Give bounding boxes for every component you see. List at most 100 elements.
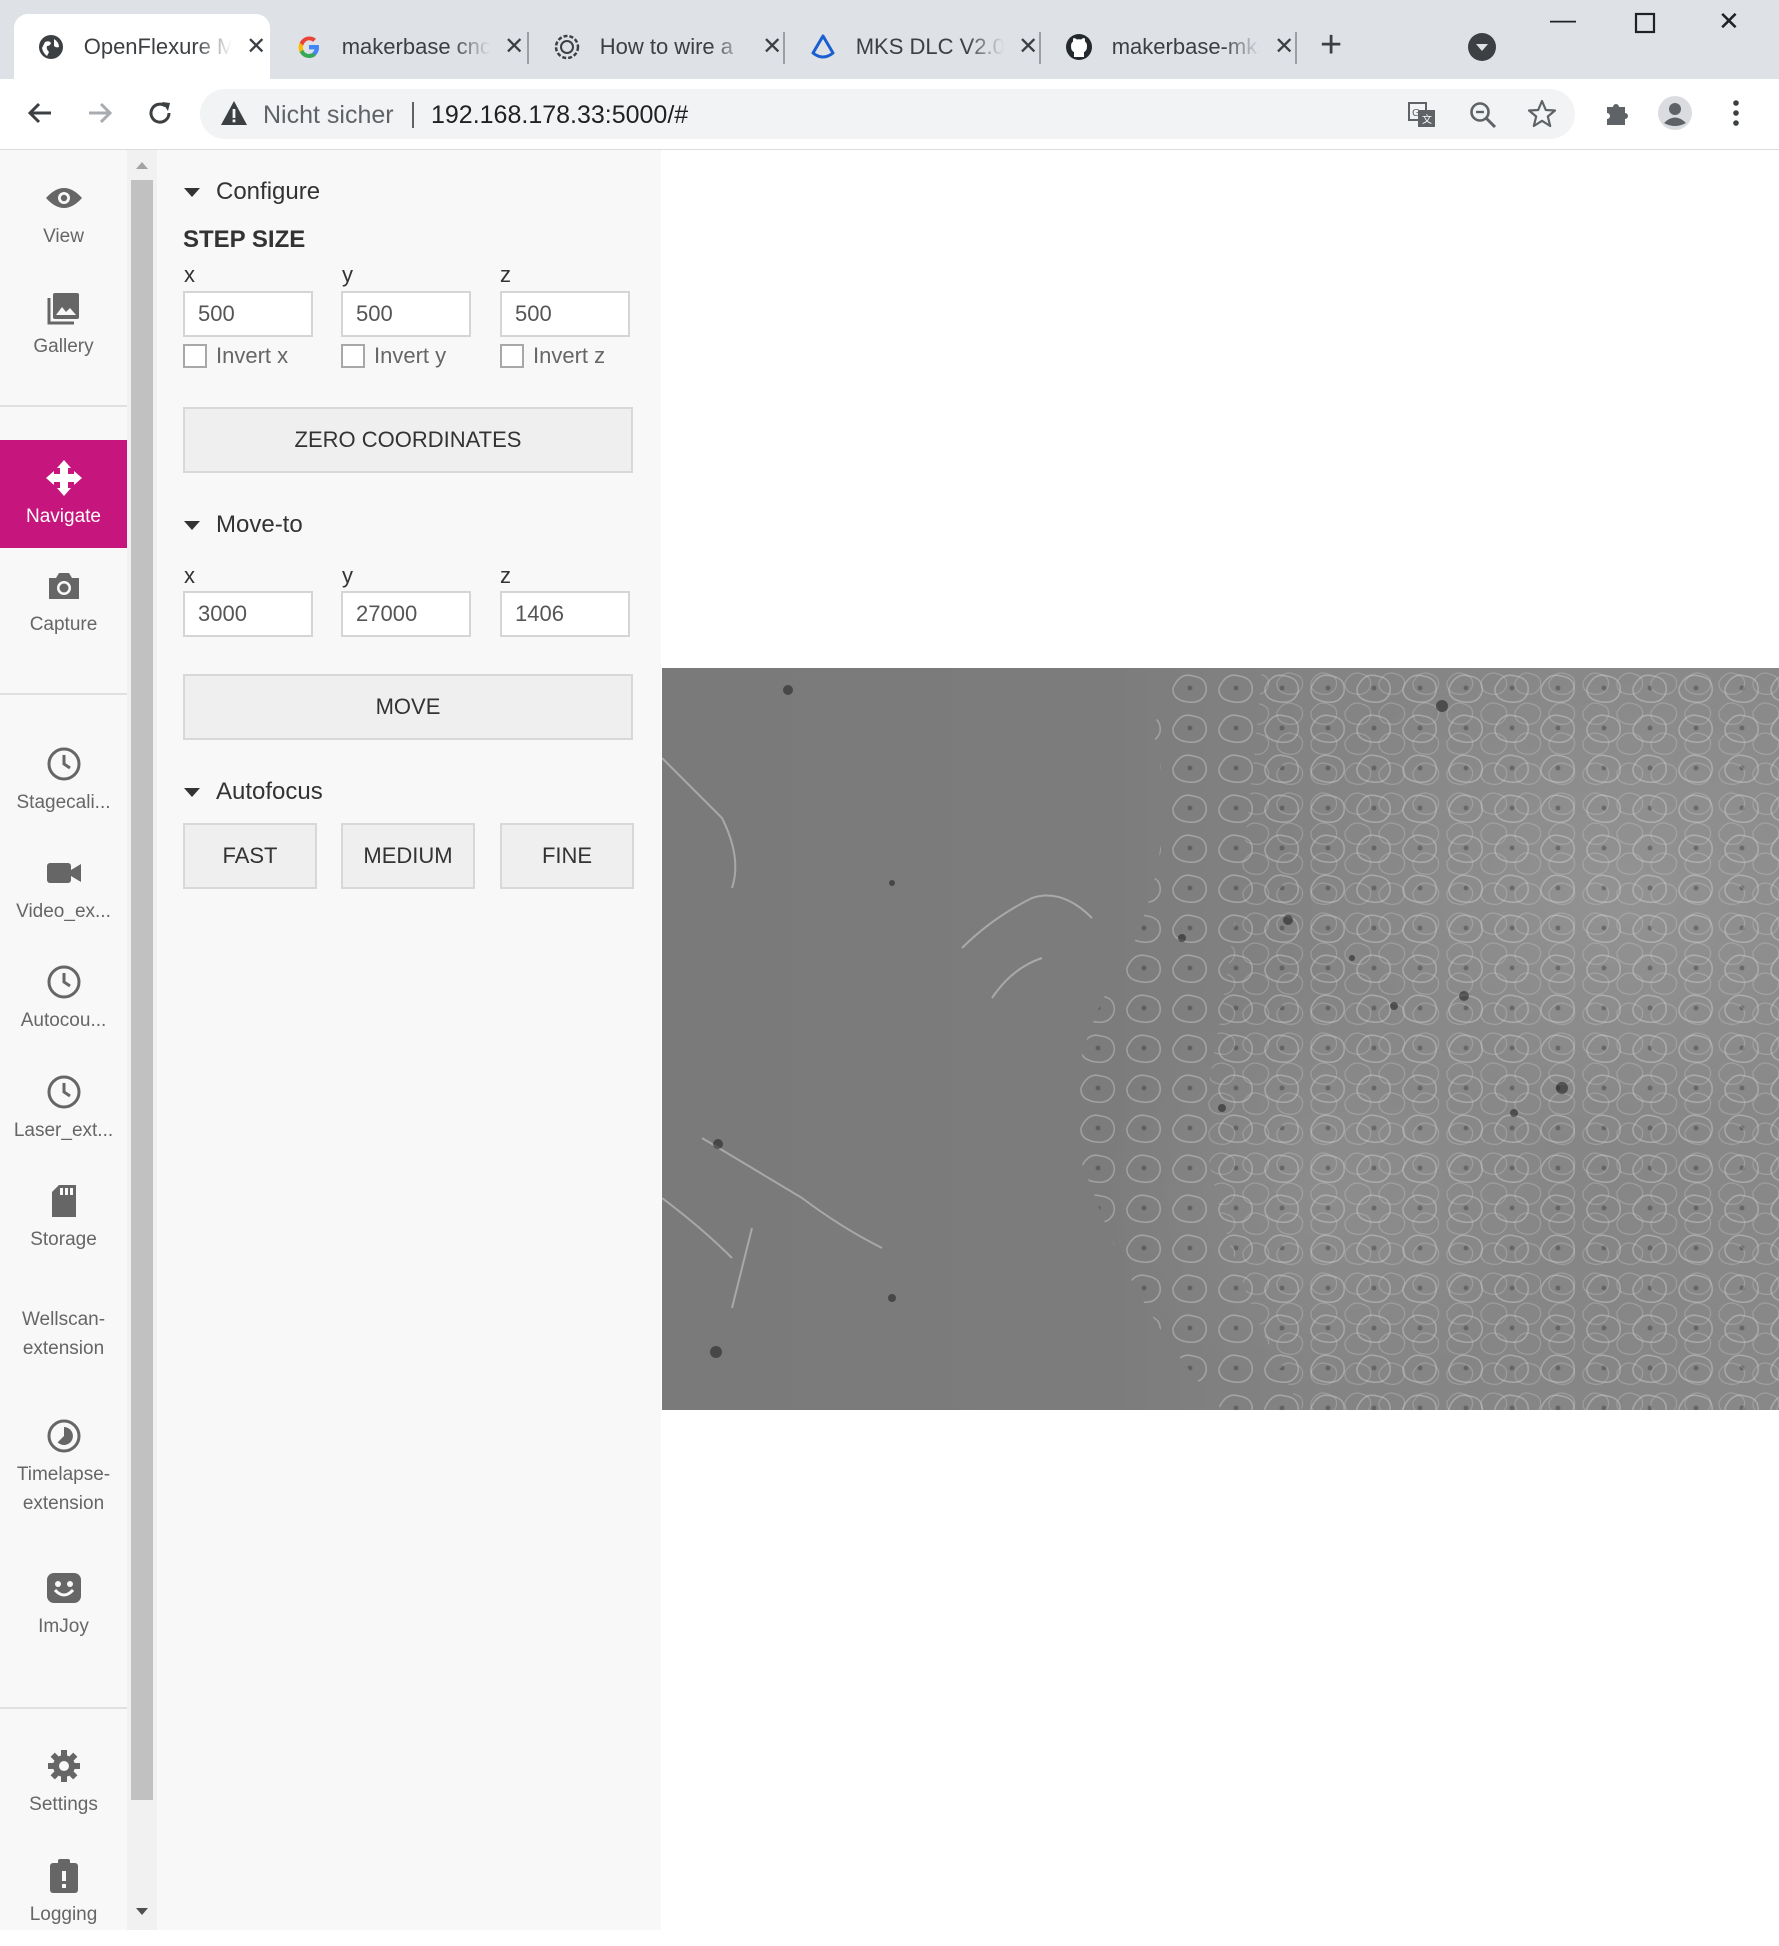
autofocus-fine-button[interactable]: FINE [500,823,634,889]
sidebar-item-label: ImJoy [38,1615,89,1637]
move-to-section-toggle[interactable]: Move-to [184,511,303,539]
camera-icon [46,566,82,606]
kebab-menu-icon [1733,100,1739,126]
close-tab-icon[interactable]: ✕ [500,32,528,61]
sidebar-divider [0,1707,127,1709]
step-size-label: STEP SIZE [183,226,306,253]
step-y-input[interactable] [341,291,471,337]
sidebar-item-label: Gallery [33,335,94,357]
sidebar-item-laser-extension[interactable]: Laser_ext... [0,1054,127,1162]
browser-toolbar: Nicht sicher 192.168.178.33:5000/# G文 [0,79,1779,150]
checkbox-box[interactable] [500,344,524,368]
autofocus-medium-button[interactable]: MEDIUM [341,823,475,889]
zero-coordinates-button[interactable]: ZERO COORDINATES [183,407,633,473]
sidebar-item-autocounter[interactable]: Autocou... [0,944,127,1052]
sidebar-item-video-extension[interactable]: Video_ex... [0,835,127,943]
scroll-down-icon[interactable] [136,1908,148,1915]
url-text[interactable]: 192.168.178.33:5000/# [431,101,688,130]
sidebar-item-label: Autocou... [20,1009,107,1031]
autofocus-section-toggle[interactable]: Autofocus [184,778,323,806]
sidebar-item-wellscan-extension[interactable]: Wellscan- extension [0,1280,127,1388]
reload-icon [149,102,171,124]
checkbox-box[interactable] [183,344,207,368]
avatar-icon [1658,96,1692,130]
close-tab-icon[interactable]: ✕ [1014,32,1042,61]
checkbox-box[interactable] [341,344,365,368]
sidebar-scrollbar[interactable] [127,150,157,1930]
invert-z-checkbox[interactable]: Invert z [500,343,605,369]
tab-search-icon[interactable] [1468,33,1496,61]
drop-icon [808,32,838,62]
sidebar-divider [0,693,127,695]
move-z-input[interactable] [500,591,630,637]
step-x-label: x [184,262,195,287]
sidebar-item-label: Logging [29,1903,98,1925]
close-tab-icon[interactable]: ✕ [242,32,270,61]
move-x-input[interactable] [183,591,313,637]
sidebar-item-label: Laser_ext... [13,1119,114,1141]
timelapse-icon [46,1416,82,1456]
minimize-icon[interactable]: — [1550,4,1576,35]
sdcard-icon [49,1181,79,1221]
sidebar-item-label: Wellscan- [21,1309,106,1330]
move-y-input[interactable] [341,591,471,637]
invert-y-checkbox[interactable]: Invert y [341,343,446,369]
sidebar-item-timelapse-extension[interactable]: Timelapse- extension [0,1402,127,1532]
close-tab-icon[interactable]: ✕ [1270,32,1298,61]
sidebar-item-label: extension [22,1338,105,1359]
close-tab-icon[interactable]: ✕ [758,32,786,61]
close-window-icon[interactable]: ✕ [1718,6,1740,37]
warning-icon[interactable] [220,100,248,131]
configure-section-toggle[interactable]: Configure [184,178,320,206]
autofocus-fast-button[interactable]: FAST [183,823,317,889]
eye-icon [44,178,84,218]
move-y-label: y [342,563,353,588]
bookmark-star-icon[interactable] [1527,99,1557,134]
invert-x-checkbox[interactable]: Invert x [183,343,288,369]
extensions-button[interactable] [1597,93,1637,133]
move-x-label: x [184,563,195,588]
tab-makerbase-cnc[interactable]: makerbase cnc ✕ [272,14,528,79]
step-x-input[interactable] [183,291,313,337]
scroll-up-icon[interactable] [136,162,148,169]
tab-how-to-wire[interactable]: How to wire a ✕ [530,14,786,79]
sidebar-item-storage[interactable]: Storage [0,1163,127,1271]
svg-text:G: G [1412,108,1420,119]
profile-button[interactable] [1655,93,1695,133]
tab-title: makerbase-mks [1111,33,1261,59]
microscope-stream-image [662,668,1779,1410]
sidebar-item-navigate[interactable]: Navigate [0,440,127,548]
sidebar-item-capture[interactable]: Capture [0,548,127,656]
translate-icon[interactable]: G文 [1407,100,1437,135]
back-button[interactable] [20,93,60,133]
scrollbar-thumb[interactable] [131,180,153,1800]
tab-openflexure[interactable]: OpenFlexure M ✕ [14,14,270,79]
forward-button[interactable] [80,93,120,133]
address-bar[interactable]: Nicht sicher 192.168.178.33:5000/# G文 [200,89,1575,139]
clipboard-icon [48,1856,80,1896]
sidebar-item-stagecalibration[interactable]: Stagecali... [0,726,127,834]
video-icon [46,853,82,893]
step-z-input[interactable] [500,291,630,337]
browser-menu-button[interactable] [1716,93,1756,133]
security-label[interactable]: Nicht sicher [263,101,394,130]
browser-tab-strip: OpenFlexure M ✕ makerbase cnc ✕ How to w… [0,0,1779,79]
zoom-icon[interactable] [1468,100,1498,135]
sidebar-item-view[interactable]: View [0,160,127,268]
maximize-icon[interactable] [1634,10,1656,41]
move-button[interactable]: MOVE [183,674,633,740]
imjoy-icon [45,1568,83,1608]
openflexure-app: View Gallery Navigate Capture Stagecali.… [0,150,1779,1930]
caret-down-icon [184,787,200,797]
tab-makerbase-github[interactable]: makerbase-mks ✕ [1042,14,1298,79]
navigate-panel: Configure STEP SIZE x y z Invert x Inver… [157,150,663,1930]
sidebar-item-settings[interactable]: Settings [0,1728,127,1836]
github-icon [1064,32,1094,62]
sidebar-item-gallery[interactable]: Gallery [0,270,127,378]
sidebar-item-imjoy[interactable]: ImJoy [0,1550,127,1658]
reload-button[interactable] [140,93,180,133]
tab-mks-dlc[interactable]: MKS DLC V2.0 ✕ [786,14,1042,79]
sidebar-item-label: Video_ex... [16,900,111,922]
new-tab-button[interactable]: + [1320,26,1342,64]
checkbox-label: Invert y [374,343,447,368]
